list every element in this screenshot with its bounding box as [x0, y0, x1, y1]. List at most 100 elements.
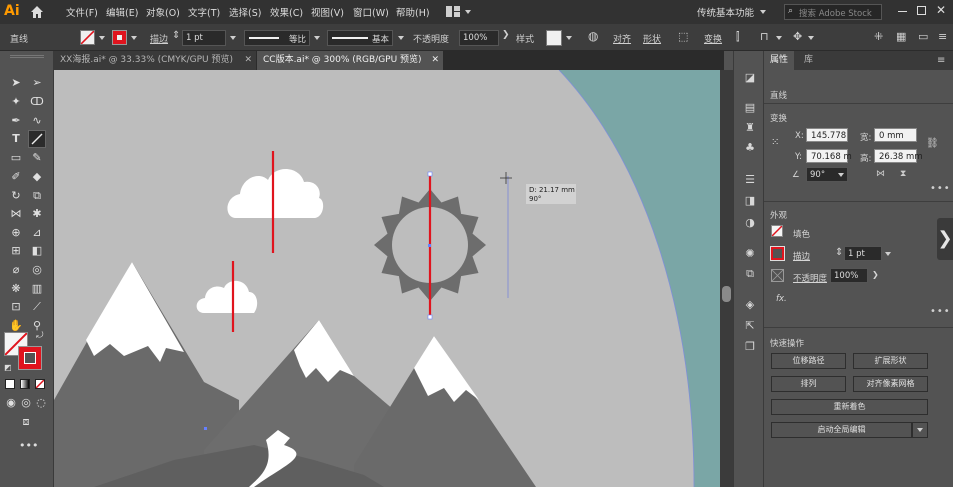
default-colors-icon[interactable]: ◩ [4, 363, 12, 372]
curvature-tool-icon[interactable]: ∿ [30, 114, 44, 128]
type-tool-icon[interactable]: T [9, 132, 23, 146]
stroke-profile-select[interactable]: 等比 [244, 30, 310, 46]
menu-object[interactable]: 对象(O) [146, 5, 180, 19]
swap-fill-stroke-icon[interactable]: ⤾ [36, 331, 44, 341]
paintbrush-tool-icon[interactable]: ✎ [30, 151, 44, 165]
opacity-label[interactable]: 不透明度 [793, 272, 827, 284]
stroke-panel-icon[interactable]: ☰ [743, 173, 757, 187]
arrange-documents-icon[interactable] [446, 6, 460, 17]
draw-behind-icon[interactable]: ◎ [19, 396, 33, 410]
transform-button[interactable]: 变换 [704, 32, 722, 45]
arrange-button[interactable]: 排列 [771, 376, 846, 392]
bounding-box-icon[interactable]: ⬚ [678, 30, 688, 43]
width-input[interactable]: 0 mm [874, 128, 917, 142]
column-graph-tool-icon[interactable]: ▥ [30, 282, 44, 296]
eraser-tool-icon[interactable]: ◆ [30, 170, 44, 184]
offset-path-button[interactable]: 位移路径 [771, 353, 846, 369]
stroke-stepper-icon[interactable]: ⇕ [835, 247, 843, 258]
hand-tool-icon[interactable]: ✋ [9, 319, 23, 333]
artboard-tool-icon[interactable]: ⊡ [9, 300, 23, 314]
puppet-icon[interactable]: ♜ [743, 121, 757, 135]
graphic-styles-icon[interactable]: ⧉ [743, 267, 757, 281]
draw-normal-icon[interactable]: ◉ [4, 396, 18, 410]
symbols-icon[interactable]: ♣ [743, 141, 757, 155]
fill-swatch[interactable] [80, 30, 95, 45]
home-icon[interactable] [30, 5, 44, 19]
chevron-down-icon[interactable] [230, 36, 236, 40]
anchor-point-top[interactable] [427, 171, 433, 177]
scale-tool-icon[interactable]: ⧉ [30, 189, 44, 203]
tab-cc-version[interactable]: CC版本.ai* @ 300% (RGB/GPU 预览) ✕ [257, 51, 443, 70]
grid-icon[interactable]: ⁜ [874, 30, 883, 43]
width-tool-icon[interactable]: ⋈ [9, 207, 23, 221]
vertical-scrollbar[interactable] [720, 70, 733, 487]
stroke-stepper-icon[interactable]: ⇕ [172, 30, 180, 41]
isolate-icon[interactable]: ✥ [793, 30, 802, 43]
chevron-down-icon[interactable] [838, 173, 844, 177]
menu-type[interactable]: 文字(T) [188, 5, 220, 19]
minimize-icon[interactable] [898, 11, 907, 12]
artboards-panel-icon[interactable]: ❐ [743, 340, 757, 354]
chevron-down-icon[interactable] [776, 36, 782, 40]
shape-builder-tool-icon[interactable]: ⊕ [9, 226, 23, 240]
direct-selection-tool-icon[interactable]: ➢ [30, 76, 44, 90]
gradient-panel-icon[interactable]: ◨ [743, 194, 757, 208]
fx-button[interactable]: fx. [776, 294, 787, 304]
style-swatch[interactable] [546, 30, 562, 46]
menu-file[interactable]: 文件(F) [66, 5, 98, 19]
menu-icon[interactable]: ≡ [938, 30, 947, 43]
selection-tool-icon[interactable]: ➤ [9, 76, 23, 90]
panel-options-icon[interactable]: ▦ [896, 30, 906, 43]
distribute-icon[interactable]: ⊓ [760, 30, 769, 43]
panel-expand-chevron-icon[interactable]: ❯ [937, 218, 953, 260]
properties-panel-icon[interactable]: ◪ [743, 71, 757, 85]
menu-window[interactable]: 窗口(W) [353, 5, 389, 19]
magic-wand-tool-icon[interactable]: ✦ [9, 95, 23, 109]
menu-help[interactable]: 帮助(H) [396, 5, 430, 19]
close-icon[interactable]: ✕ [244, 51, 252, 70]
anchor-point-bottom[interactable] [427, 314, 433, 320]
flip-vertical-icon[interactable]: ⧗ [900, 169, 906, 179]
chevron-down-icon[interactable] [465, 10, 471, 14]
close-icon[interactable]: ✕ [936, 3, 946, 17]
stroke-swatch[interactable] [770, 246, 785, 261]
workspace-switcher[interactable]: 传统基本功能 [697, 5, 754, 19]
reference-point-icon[interactable]: ⁙ [771, 137, 785, 151]
panel-menu-icon[interactable]: ≡ [937, 55, 945, 66]
stroke-label[interactable]: 描边 [793, 250, 810, 262]
global-edit-dropdown[interactable] [912, 422, 928, 438]
align-pixel-grid-button[interactable]: 对齐像素网格 [853, 376, 928, 392]
close-icon[interactable]: ✕ [431, 51, 439, 70]
scrollbar-thumb[interactable] [722, 286, 731, 302]
menu-edit[interactable]: 编辑(E) [106, 5, 138, 19]
tab-libraries[interactable]: 库 [798, 51, 819, 70]
align-button[interactable]: 对齐 [613, 32, 631, 45]
menu-select[interactable]: 选择(S) [229, 5, 261, 19]
opacity-field[interactable]: 100% [459, 30, 499, 46]
chevron-right-icon[interactable]: ❯ [872, 270, 879, 279]
rectangle-tool-icon[interactable]: ▭ [9, 151, 23, 165]
image-trace-icon[interactable]: ▤ [743, 101, 757, 115]
color-mode-icon[interactable] [5, 379, 15, 389]
artboard-canvas[interactable]: D: 21.17 mm 90° [54, 70, 720, 487]
none-mode-icon[interactable] [35, 379, 45, 389]
chevron-right-icon[interactable]: ❯ [502, 30, 510, 40]
puppet-warp-tool-icon[interactable]: ✱ [30, 207, 44, 221]
more-options-icon[interactable]: ••• [930, 183, 951, 194]
opacity-input[interactable]: 100% [830, 268, 868, 283]
tab-properties[interactable]: 属性 [764, 51, 795, 70]
appearance-panel-icon[interactable]: ✺ [743, 247, 757, 261]
chevron-down-icon[interactable] [808, 36, 814, 40]
rotate-tool-icon[interactable]: ↻ [9, 189, 23, 203]
height-input[interactable]: 26.38 mm [874, 149, 923, 163]
export-icon[interactable]: ⇱ [743, 319, 757, 333]
edit-toolbar-icon[interactable]: ••• [19, 439, 38, 452]
menu-view[interactable]: 视图(V) [311, 5, 344, 19]
screen-mode-icon[interactable]: ⧈ [19, 415, 33, 429]
align-objects-icon[interactable]: ⫿ [736, 30, 740, 44]
stroke-weight-input[interactable]: 1 pt [844, 246, 882, 261]
constrain-proportions-icon[interactable]: ⛓ [926, 138, 939, 149]
toolbar-grip[interactable] [10, 55, 44, 58]
global-edit-button[interactable]: 启动全局编辑 [771, 422, 912, 438]
shape-button[interactable]: 形状 [643, 32, 661, 45]
